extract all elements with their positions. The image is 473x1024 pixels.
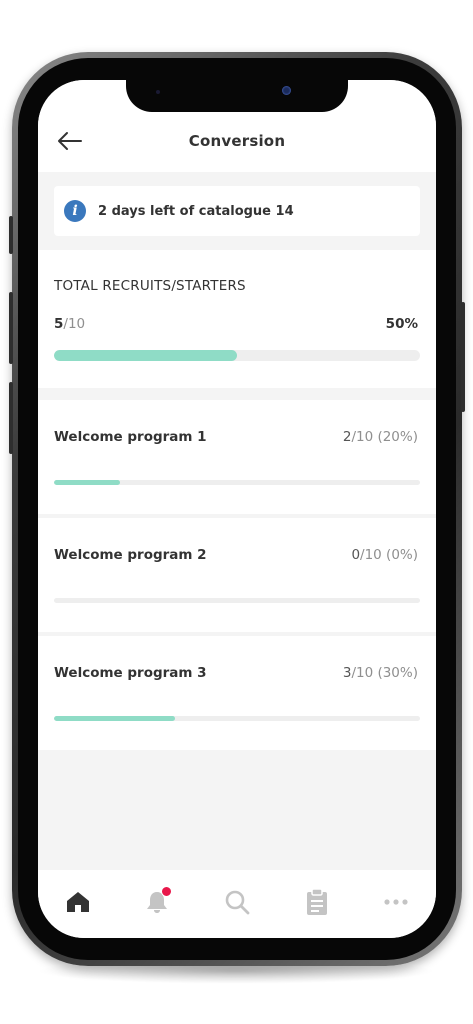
program-stat-target: /10 (20%) <box>351 429 418 445</box>
app-screen: Conversion i 2 days left of catalogue 14… <box>38 80 436 938</box>
more-icon <box>384 899 408 905</box>
program-name: Welcome program 1 <box>54 429 207 445</box>
program-progress-bar <box>54 716 420 721</box>
program-name: Welcome program 2 <box>54 547 207 563</box>
program-stat: 3/10 (30%) <box>343 665 418 681</box>
mute-switch <box>9 216 13 254</box>
program-progress-bar <box>54 480 420 485</box>
notification-badge <box>161 886 173 897</box>
total-count-target: /10 <box>63 316 86 332</box>
total-percent: 50% <box>385 316 418 332</box>
program-stat: 0/10 (0%) <box>351 547 418 563</box>
program-card-3[interactable]: Welcome program 3 3/10 (30%) <box>38 636 436 750</box>
page-title: Conversion <box>188 132 286 150</box>
total-recruits-card: TOTAL RECRUITS/STARTERS 5/10 50% <box>38 250 436 388</box>
program-stat-target: /10 (0%) <box>360 547 418 563</box>
volume-down-button <box>9 382 13 454</box>
program-stat: 2/10 (20%) <box>343 429 418 445</box>
info-banner: i 2 days left of catalogue 14 <box>54 186 420 236</box>
volume-up-button <box>9 292 13 364</box>
front-camera <box>282 86 291 95</box>
info-icon: i <box>64 200 86 222</box>
program-card-1[interactable]: Welcome program 1 2/10 (20%) <box>38 400 436 514</box>
total-progress-bar <box>54 350 420 361</box>
total-progress-fill <box>54 350 237 361</box>
speaker-grille <box>156 90 160 94</box>
tab-search[interactable] <box>215 882 259 922</box>
tab-notifications[interactable] <box>135 882 179 922</box>
tab-orders[interactable] <box>295 882 339 922</box>
info-text: 2 days left of catalogue 14 <box>98 203 294 219</box>
power-button <box>461 302 465 412</box>
program-progress-fill <box>54 716 175 721</box>
program-stat-value: 0 <box>351 547 361 563</box>
program-progress-bar <box>54 598 420 603</box>
program-stat-target: /10 (30%) <box>351 665 418 681</box>
clipboard-icon <box>306 888 327 915</box>
total-count-value: 5 <box>54 316 64 332</box>
phone-notch <box>126 80 348 112</box>
program-card-2[interactable]: Welcome program 2 0/10 (0%) <box>38 518 436 632</box>
home-icon <box>66 892 89 912</box>
tab-more[interactable] <box>374 882 418 922</box>
bottom-tab-bar <box>38 870 436 938</box>
program-progress-fill <box>54 480 120 485</box>
tab-home[interactable] <box>56 882 100 922</box>
program-name: Welcome program 3 <box>54 665 207 681</box>
search-icon <box>225 890 250 915</box>
total-count: 5/10 <box>54 316 85 332</box>
total-title: TOTAL RECRUITS/STARTERS <box>54 278 246 294</box>
